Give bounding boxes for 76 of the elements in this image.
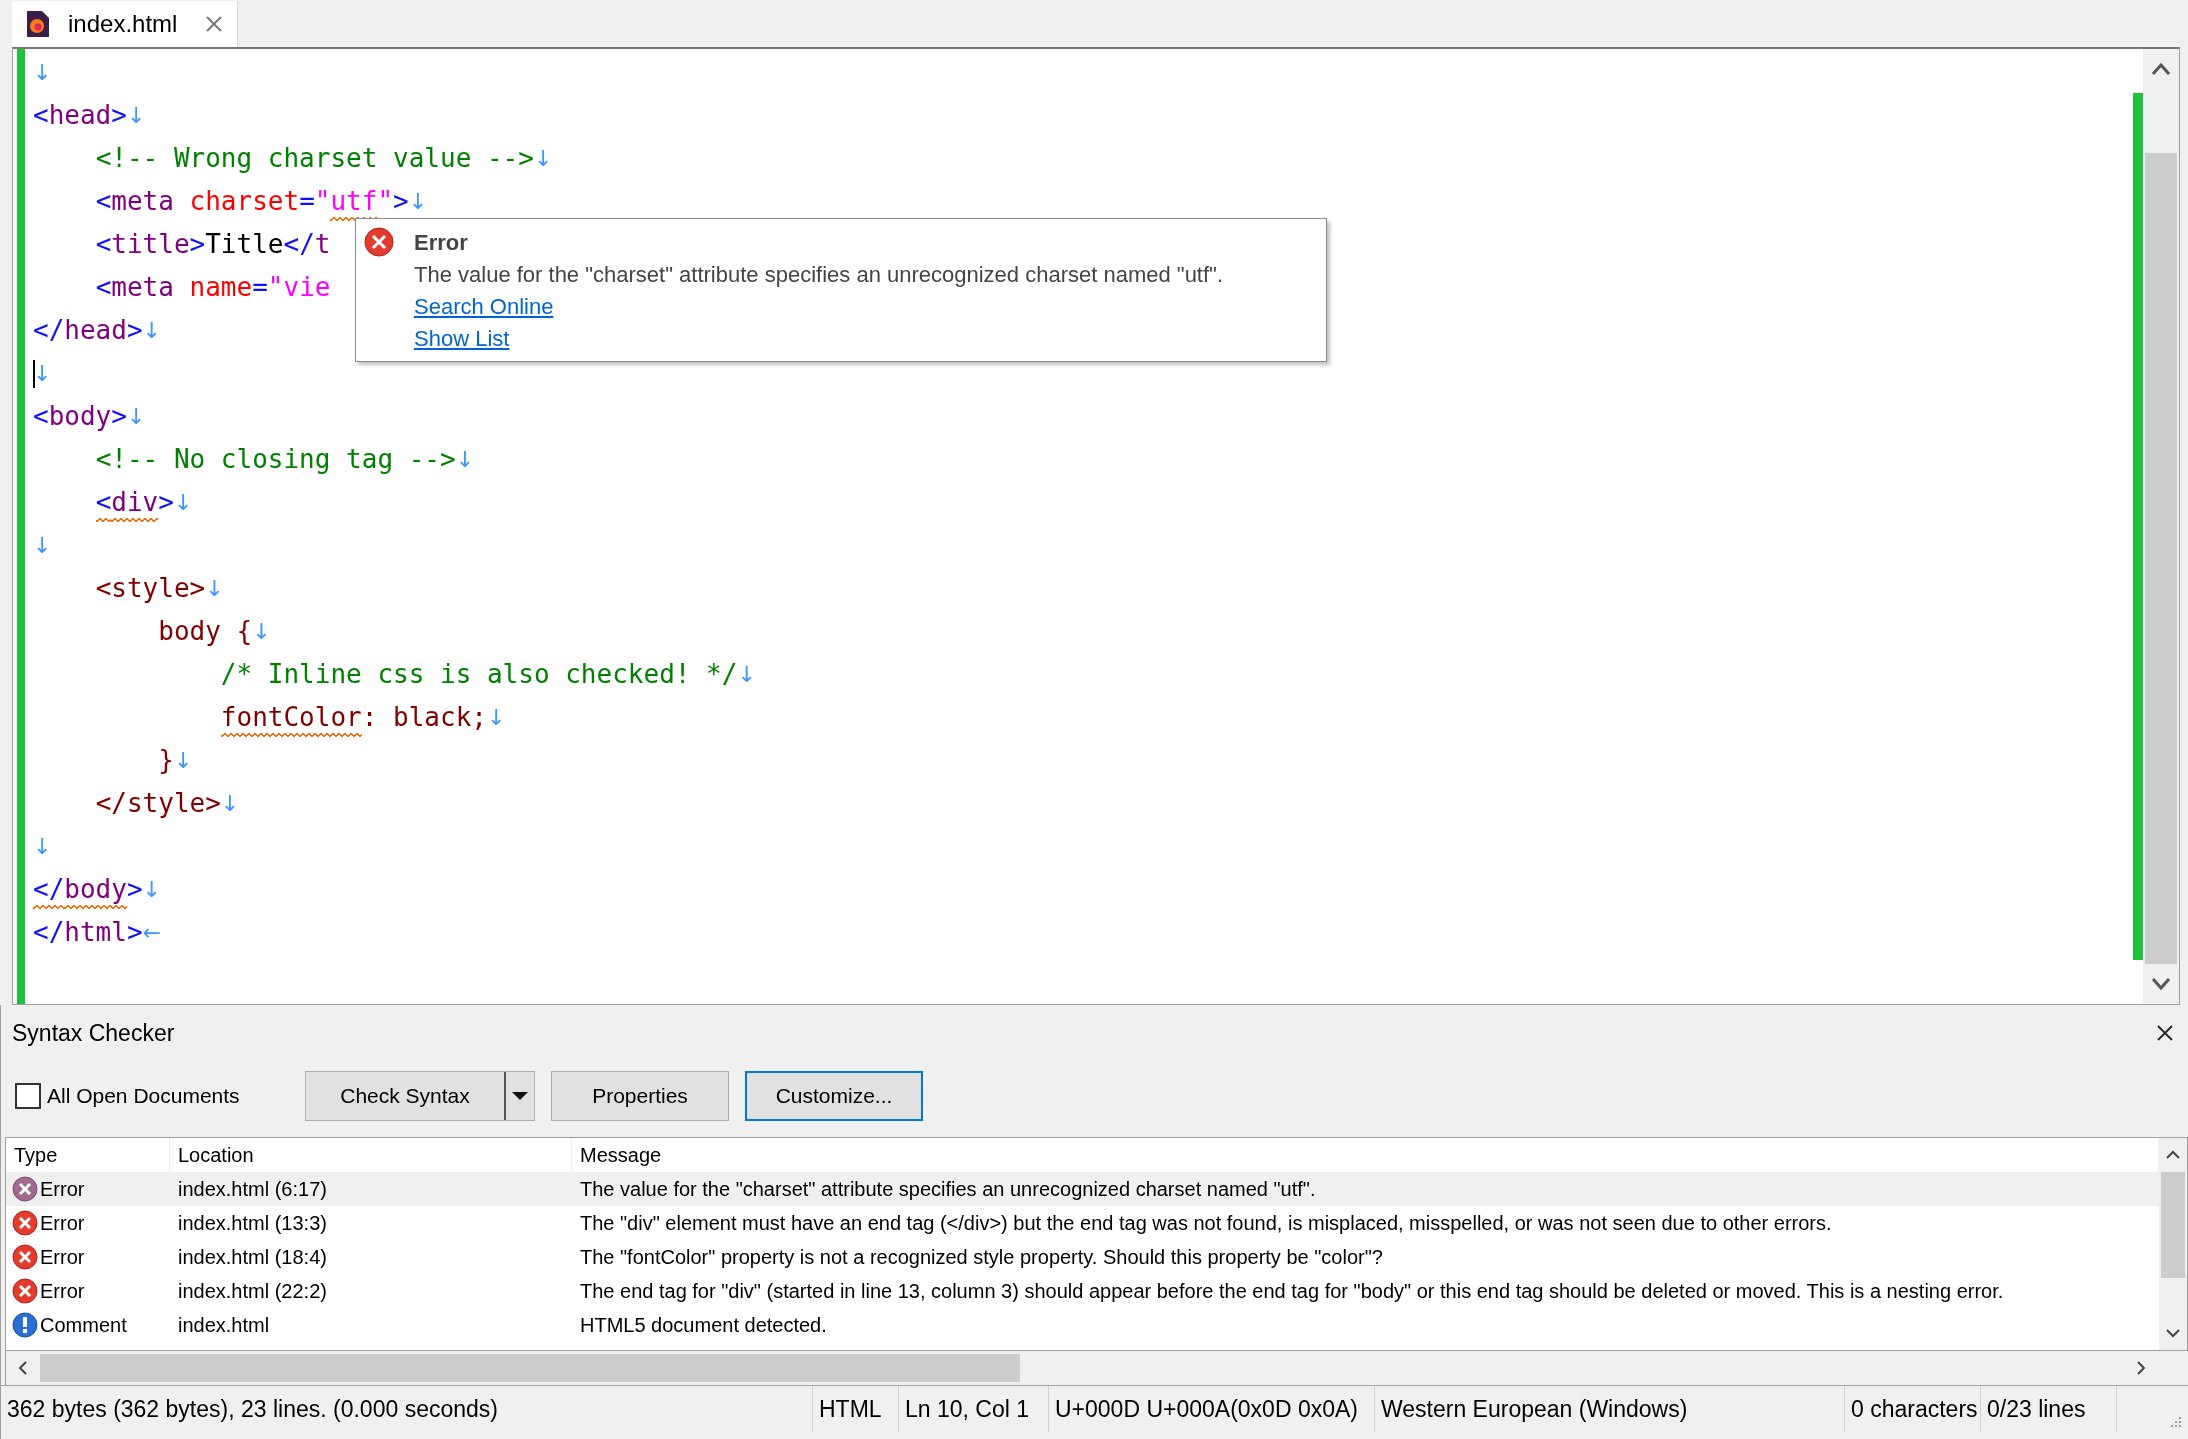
scroll-left-icon[interactable]	[18, 1361, 28, 1375]
code-line: </style>↓	[94, 787, 240, 820]
table-cell-text: The "div" element must have an end tag (</div>) but the end tag was not found, is misplaced, misspelled, or was not seen due to other errors.	[579, 1211, 1833, 1235]
status-field: 0 characters	[1845, 1386, 1981, 1432]
vertical-scrollbar[interactable]	[2143, 49, 2179, 1004]
close-tab-button[interactable]	[205, 15, 223, 33]
scroll-down-icon[interactable]	[2151, 977, 2171, 991]
tooltip-title: Error	[414, 229, 469, 257]
code-line: ↓	[33, 59, 52, 87]
tooltip-message: The value for the "charset" attribute specifies an unrecognized charset named "utf".	[414, 261, 1223, 289]
toolbar-button[interactable]: Properties	[551, 1071, 729, 1121]
scroll-down-icon[interactable]	[2166, 1328, 2180, 1338]
status-field: 362 bytes (362 bytes), 23 lines. (0.000 seconds)	[1, 1386, 813, 1432]
message-row[interactable]: Error index.html (22:2) The end tag for "div" (started in line 13, column 3) should appear before the end tag for "body" or this end tag should be deleted or moved. This is a nesting error.	[6, 1274, 2159, 1308]
vertical-scrollbar[interactable]	[2159, 1138, 2187, 1350]
table-cell: Error	[40, 1245, 85, 1269]
toolbar-button[interactable]: Customize...	[745, 1071, 923, 1121]
file-tab[interactable]: index.html	[12, 1, 238, 47]
code-line: <!-- No closing tag -->↓	[94, 443, 475, 476]
tooltip-link[interactable]: Search Online	[414, 291, 554, 323]
code-line: body {↓	[157, 615, 271, 648]
message-row[interactable]: Error index.html (18:4) The "fontColor" property is not a recognized style property. Should this property be "color"?	[6, 1240, 2159, 1274]
code-line: <meta name="vie	[94, 271, 331, 304]
error-icon	[12, 1176, 38, 1202]
code-line: }↓	[157, 744, 193, 777]
status-field: Western European (Windows)	[1375, 1386, 1845, 1432]
code-line: </body>↓	[33, 868, 162, 911]
scroll-up-icon[interactable]	[2151, 62, 2171, 76]
code-line: </html>←	[33, 916, 162, 949]
table-cell-text: index.html (18:4)	[177, 1245, 328, 1269]
code-line: ↓	[33, 532, 52, 560]
table-cell-text: HTML5 document detected.	[579, 1313, 828, 1337]
document-icon	[26, 10, 50, 38]
table-cell-text: index.html (6:17)	[177, 1177, 328, 1201]
message-row[interactable]: Error index.html (13:3) The "div" element must have an end tag (</div>) but the end tag was not found, is misplaced, misspelled, or was not seen due to other errors.	[6, 1206, 2159, 1240]
status-field: Ln 10, Col 1	[899, 1386, 1049, 1432]
status-field: HTML	[813, 1386, 899, 1432]
table-cell-text: The "fontColor" property is not a recognized style property. Should this property be "color"?	[579, 1245, 1384, 1269]
panel-title: Syntax Checker	[12, 1019, 175, 1047]
status-field: 0/23 lines	[1981, 1386, 2117, 1432]
table-cell-text: index.html	[177, 1313, 271, 1337]
error-icon	[12, 1278, 38, 1304]
scroll-right-icon[interactable]	[2136, 1361, 2146, 1375]
table-cell: Error	[40, 1279, 85, 1303]
code-line: <head>↓	[33, 99, 146, 132]
code-line: </head>↓	[33, 314, 162, 347]
code-line: <div>↓	[33, 481, 193, 524]
code-line: ↓	[33, 359, 52, 390]
error-icon	[12, 1244, 38, 1270]
error-icon	[364, 227, 394, 257]
code-line: ↓	[33, 833, 52, 861]
table-cell-text: index.html (22:2)	[177, 1279, 328, 1303]
scroll-up-icon[interactable]	[2166, 1150, 2180, 1160]
code-line: /* Inline css is also checked! */↓	[219, 658, 756, 691]
tooltip-link[interactable]: Show List	[414, 323, 510, 355]
info-icon	[12, 1312, 38, 1338]
code-line: fontColor: black;↓	[33, 696, 506, 739]
table-cell-text: The value for the "charset" attribute specifies an unrecognized charset named "utf".	[579, 1177, 1317, 1201]
toolbar-button[interactable]: Check Syntax	[305, 1071, 535, 1121]
error-icon	[12, 1210, 38, 1236]
code-line: <style>↓	[94, 572, 224, 605]
code-line: <title>Title</t	[94, 228, 331, 261]
dropdown-icon[interactable]	[511, 1091, 529, 1101]
message-row[interactable]: Comment index.html HTML5 document detected.	[6, 1308, 2159, 1342]
status-field: U+000D U+000A(0x0D 0x0A)	[1049, 1386, 1375, 1432]
close-panel-button[interactable]	[2156, 1024, 2174, 1042]
code-line: <meta charset="utf">↓	[33, 180, 428, 223]
table-cell-text: The end tag for "div" (started in line 13, column 3) should appear before the end tag for "body" or this end tag should be deleted or moved. This is a nesting error.	[579, 1279, 2005, 1303]
table-cell-text: index.html (13:3)	[177, 1211, 328, 1235]
table-cell: Error	[40, 1177, 85, 1201]
code-line: <!-- Wrong charset value -->↓	[94, 142, 553, 175]
table-cell: Error	[40, 1211, 85, 1235]
message-row[interactable]: Error index.html (6:17) The value for the "charset" attribute specifies an unrecognized charset named "utf".	[6, 1172, 2159, 1206]
all-open-documents-checkbox[interactable]: All Open Documents	[15, 1083, 305, 1109]
table-cell: Comment	[40, 1313, 127, 1337]
code-line: <body>↓	[33, 400, 146, 433]
